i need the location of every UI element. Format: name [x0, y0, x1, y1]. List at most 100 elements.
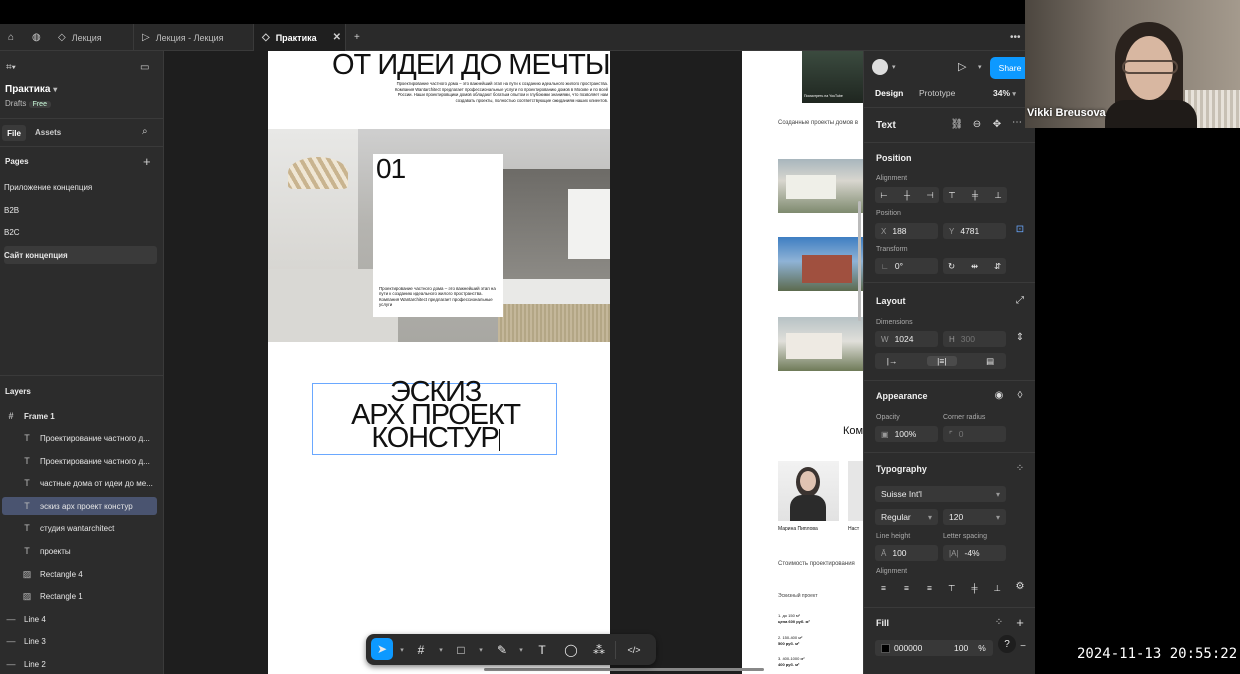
rotation-input[interactable]: ∟ 0°: [875, 258, 938, 274]
file-name[interactable]: Практика ▾: [5, 84, 57, 95]
house-photo-2[interactable]: [778, 237, 863, 291]
style-icon[interactable]: ⊖: [970, 119, 984, 130]
align-top-icon[interactable]: ⊤: [948, 190, 955, 201]
lock-ratio-icon[interactable]: ⇕: [1013, 332, 1027, 343]
fill-input[interactable]: 000000 100%: [875, 640, 993, 656]
chevron-down-icon[interactable]: ▾: [978, 63, 982, 71]
file-tab[interactable]: File: [2, 125, 26, 141]
layer-item[interactable]: ▨ Rectangle 4: [2, 565, 157, 583]
move-tool-dropdown[interactable]: ▾: [393, 641, 411, 659]
sketch-text[interactable]: ЭСКИЗ АРХ ПРОЕКТ КОНСТУР: [313, 378, 558, 453]
sidebar-toggle-icon[interactable]: ▭: [140, 62, 149, 73]
text-styles-icon[interactable]: ⁘: [1013, 463, 1027, 474]
layer-item[interactable]: Tстудия wantarchitect: [2, 519, 157, 537]
remove-fill-icon[interactable]: −: [1016, 641, 1030, 652]
layer-item[interactable]: T Проектирование частного д...: [2, 429, 157, 447]
tab-prototype[interactable]: Prototype: [919, 88, 955, 98]
add-fill-icon[interactable]: +: [1013, 615, 1027, 630]
new-tab-button[interactable]: +: [346, 24, 370, 51]
shape-tool-button[interactable]: □: [452, 641, 470, 659]
comment-tool-button[interactable]: ◯: [562, 641, 580, 659]
layer-item[interactable]: T Проектирование частного д...: [2, 452, 157, 470]
frame-tool-button[interactable]: #: [412, 641, 430, 659]
blend-icon[interactable]: ◊: [1013, 390, 1027, 401]
rotate-icon[interactable]: ↻: [948, 261, 955, 272]
shape-tool-dropdown[interactable]: ▾: [472, 641, 490, 659]
page-item[interactable]: Приложение концепция: [4, 178, 157, 196]
opacity-input[interactable]: ▣ 100%: [875, 426, 938, 442]
eye-icon[interactable]: ◉: [992, 390, 1006, 401]
layer-item-selected[interactable]: Tэскиз арх проект констур: [2, 497, 157, 515]
tab-design[interactable]: Design: [875, 88, 903, 98]
page-item[interactable]: B2C: [4, 223, 157, 241]
horizontal-scrollbar[interactable]: [484, 668, 764, 671]
width-input[interactable]: W 1024: [875, 331, 938, 347]
layer-line[interactable]: — Line 3: [2, 632, 157, 650]
more-button[interactable]: •••: [1002, 24, 1024, 51]
actions-tool-button[interactable]: ⁂: [590, 641, 608, 659]
align-right-icon[interactable]: ⊣: [926, 190, 933, 201]
community-button[interactable]: ◍: [24, 24, 50, 51]
line-height-input[interactable]: Ā 100: [875, 545, 938, 561]
help-button[interactable]: ?: [998, 635, 1016, 653]
more-icon[interactable]: ⋯: [1010, 117, 1024, 128]
video-thumbnail[interactable]: Посмотреть на YouTube: [802, 51, 863, 103]
valign-top-icon[interactable]: ⊤: [948, 583, 955, 594]
fill-swatch[interactable]: [881, 643, 890, 653]
move-tool-button[interactable]: ➤: [371, 638, 393, 660]
tab-lecture-lecture[interactable]: ▷ Лекция - Лекция: [134, 24, 254, 51]
tab-lecture[interactable]: ◇ Лекция: [50, 24, 134, 51]
type-settings-icon[interactable]: ⚙: [1013, 581, 1027, 592]
home-button[interactable]: ⌂: [0, 24, 24, 51]
radius-input[interactable]: ⌜ 0: [943, 426, 1006, 442]
valign-middle-icon[interactable]: ╪: [971, 583, 977, 593]
layer-item[interactable]: ▨ Rectangle 1: [2, 587, 157, 605]
search-icon[interactable]: ⌕: [142, 126, 148, 137]
frame-1[interactable]: ОТ ИДЕИ ДО МЕЧТЫ Проектирование частного…: [268, 51, 610, 674]
person-photo[interactable]: [778, 461, 839, 521]
house-photo-1[interactable]: [778, 159, 863, 213]
font-weight-select[interactable]: Regular ▾: [875, 509, 938, 525]
canvas[interactable]: ОТ ИДЕИ ДО МЕЧТЫ Проектирование частного…: [164, 51, 863, 674]
tab-practice[interactable]: ◇ Практика ✕: [254, 24, 346, 51]
expand-icon[interactable]: ⤢: [1013, 295, 1027, 306]
component-icon[interactable]: ✥: [990, 119, 1004, 130]
auto-height-icon[interactable]: ▤: [986, 356, 994, 367]
assets-tab[interactable]: Assets: [35, 128, 61, 137]
house-photo-3[interactable]: [778, 317, 863, 371]
zoom-level[interactable]: 34% ▾: [993, 88, 1016, 98]
page-item-selected[interactable]: Сайт концепция: [4, 246, 157, 264]
text-align-left-icon[interactable]: ≡: [881, 583, 886, 593]
vertical-scrollbar[interactable]: [858, 201, 861, 321]
selected-text-box[interactable]: ЭСКИЗ АРХ ПРОЕКТ КОНСТУР: [312, 378, 558, 455]
constraints-icon[interactable]: ⊡: [1013, 224, 1027, 235]
chevron-down-icon[interactable]: ▾: [892, 63, 896, 71]
align-center-h-icon[interactable]: ┼: [904, 190, 910, 200]
main-menu-icon[interactable]: ⌗▾: [6, 62, 16, 73]
intro-text[interactable]: Проектирование частного дома – это важне…: [388, 81, 608, 103]
layer-line[interactable]: — Line 2: [2, 655, 157, 673]
align-bottom-icon[interactable]: ⊥: [994, 190, 1001, 201]
person-photo-2[interactable]: [848, 461, 863, 521]
frame-tool-dropdown[interactable]: ▾: [432, 641, 450, 659]
letter-spacing-input[interactable]: |A| -4%: [943, 545, 1006, 561]
text-tool-button[interactable]: T: [533, 641, 551, 659]
y-input[interactable]: Y 4781: [943, 223, 1006, 239]
frame-2[interactable]: Посмотреть на YouTube Созданные проекты …: [742, 51, 863, 674]
text-align-center-icon[interactable]: ≡: [904, 583, 909, 593]
layer-item[interactable]: Tпроекты: [2, 542, 157, 560]
align-middle-icon[interactable]: ╪: [972, 190, 978, 200]
page-item[interactable]: B2B: [4, 201, 157, 219]
close-icon[interactable]: ✕: [333, 32, 341, 43]
text-align-right-icon[interactable]: ≡: [927, 583, 932, 593]
fill-styles-icon[interactable]: ⁘: [992, 617, 1006, 628]
flip-h-icon[interactable]: ⇹: [971, 261, 978, 272]
align-left-icon[interactable]: ⊢: [880, 190, 887, 201]
pen-tool-dropdown[interactable]: ▾: [512, 641, 530, 659]
link-icon[interactable]: ⛓: [950, 119, 964, 130]
dev-mode-button[interactable]: </>: [625, 641, 643, 659]
headline-text[interactable]: ОТ ИДЕИ ДО МЕЧТЫ: [332, 51, 610, 82]
pen-tool-button[interactable]: ✎: [493, 641, 511, 659]
card[interactable]: 01 Проектирование частного дома – это ва…: [373, 153, 503, 317]
fixed-width-icon[interactable]: |→: [887, 356, 898, 366]
